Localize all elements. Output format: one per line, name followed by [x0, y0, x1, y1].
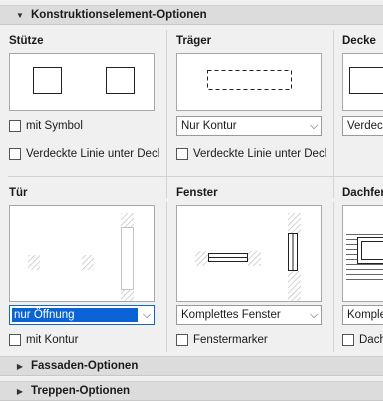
chevron-down-icon[interactable]: ⌵ [307, 309, 321, 322]
checkbox-verdeckte-linie[interactable]: Verdeckte Linie unter Decke [9, 148, 159, 160]
collapse-triangle-icon: ▼ [15, 11, 25, 20]
panel-dachfenster: Dachfenster Komple ⌵ Dachfe [342, 187, 383, 352]
skylight-symbol-icon [343, 206, 383, 303]
checkbox-label: Verdeckte Linie unter Decke [26, 148, 159, 160]
panel-title: Tür [9, 187, 28, 199]
checkbox-mit-symbol[interactable]: mit Symbol [9, 120, 83, 132]
expand-triangle-icon: ▶ [15, 387, 25, 396]
checkbox-fenstermarker[interactable]: Fenstermarker [176, 334, 268, 346]
select-value: nur Öffnung [12, 308, 138, 322]
checkbox-box[interactable] [9, 148, 21, 160]
dachfenster-select[interactable]: Komple ⌵ [342, 305, 383, 325]
section-title: Fassaden-Optionen [31, 360, 138, 372]
checkbox-verdeckte-linie[interactable]: Verdeckte Linie unter Decke [176, 148, 326, 160]
section-header-treppen[interactable]: ▶ Treppen-Optionen [0, 381, 383, 401]
fenster-select[interactable]: Komplettes Fenster ⌵ [176, 305, 322, 325]
expand-triangle-icon: ▶ [15, 362, 25, 371]
panel-title: Stütze [9, 35, 44, 47]
checkbox-box[interactable] [176, 148, 188, 160]
select-value: Komple [343, 309, 383, 321]
checkbox-box[interactable] [342, 334, 354, 346]
column-divider [333, 202, 334, 352]
panel-title: Dachfenster [342, 187, 383, 199]
beam-outline-icon [177, 54, 323, 112]
tuer-select[interactable]: nur Öffnung ⌵ [9, 305, 155, 325]
select-value: Komplettes Fenster [177, 309, 307, 321]
decke-preview [342, 53, 383, 111]
column-divider [166, 30, 167, 198]
stuetze-preview [9, 53, 155, 111]
panel-fenster: Fenster Komplettes Fenster ⌵ Fenstermark… [176, 187, 326, 352]
column-symbol-icon [10, 54, 156, 112]
traeger-select[interactable]: Nur Kontur ⌵ [176, 116, 322, 136]
checkbox-box[interactable] [9, 120, 21, 132]
door-opening-icon [10, 206, 156, 303]
tuer-preview [9, 205, 155, 302]
panel-title: Decke [342, 35, 376, 47]
decke-select[interactable]: Verdeckt ⌵ [342, 116, 383, 136]
checkbox-label: mit Kontur [26, 334, 78, 346]
section-header-konstruktion[interactable]: ▼ Konstruktionselement-Optionen [0, 5, 383, 25]
checkbox-label: Dachfe [359, 334, 383, 346]
section-title: Treppen-Optionen [31, 385, 130, 397]
column-divider [166, 202, 167, 352]
chevron-down-icon[interactable]: ⌵ [140, 309, 154, 322]
panel-title: Fenster [176, 187, 218, 199]
fenster-preview [176, 205, 322, 302]
section-header-fassaden[interactable]: ▶ Fassaden-Optionen [0, 356, 383, 376]
panel-title: Träger [176, 35, 211, 47]
section-title: Konstruktionselement-Optionen [31, 9, 207, 21]
row-divider [8, 176, 383, 177]
column-divider [333, 30, 334, 198]
dachfenster-preview [342, 205, 383, 302]
checkbox-dachfenster[interactable]: Dachfe [342, 334, 383, 346]
checkbox-label: Verdeckte Linie unter Decke [193, 148, 326, 160]
checkbox-label: mit Symbol [26, 120, 83, 132]
panel-decke: Decke Verdeckt ⌵ [342, 35, 383, 170]
slab-symbol-icon [343, 54, 383, 112]
panel-stuetze: Stütze mit Symbol Verdeckte Linie unter … [9, 35, 159, 170]
select-value: Nur Kontur [177, 120, 307, 132]
checkbox-label: Fenstermarker [193, 334, 268, 346]
checkbox-mit-kontur[interactable]: mit Kontur [9, 334, 78, 346]
chevron-down-icon[interactable]: ⌵ [307, 120, 321, 133]
panel-tuer: Tür nur Öffnung ⌵ mit Kontur [9, 187, 159, 352]
traeger-preview [176, 53, 322, 111]
select-value: Verdeckt [343, 120, 383, 132]
window-symbol-icon [177, 206, 323, 303]
checkbox-box[interactable] [176, 334, 188, 346]
checkbox-box[interactable] [9, 334, 21, 346]
panel-traeger: Träger Nur Kontur ⌵ Verdeckte Linie unte… [176, 35, 326, 170]
